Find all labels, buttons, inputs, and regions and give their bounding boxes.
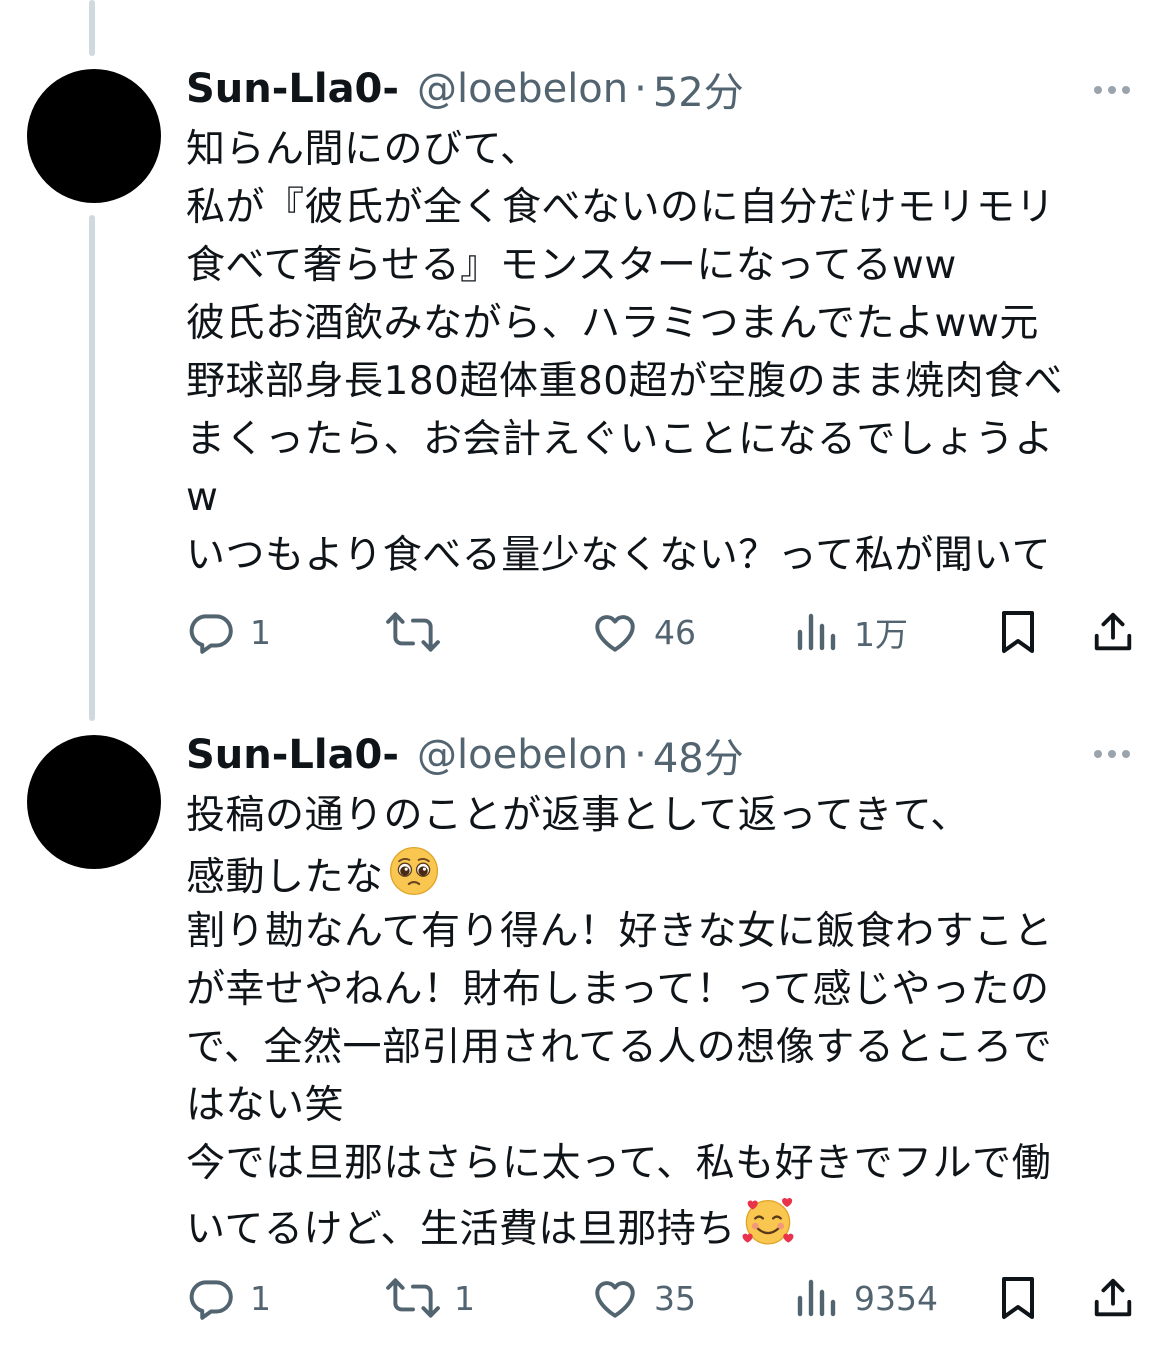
like-count: 46: [654, 612, 696, 652]
more-icon[interactable]: [1094, 750, 1130, 758]
tweet-text-line: 知らん間にのびて、: [186, 127, 540, 172]
tweet-text-line: 投稿の通りのことが返事として返ってきて、: [186, 793, 970, 838]
share-icon: [1090, 607, 1136, 657]
bookmark-icon: [996, 1273, 1040, 1323]
views-button[interactable]: 1万: [796, 607, 908, 657]
tweet-text-line: 割り勘なんて有り得ん！好きな女に飯食わすこと: [186, 909, 1054, 954]
tweet-text: 投稿の通りのことが返事として返ってきて、 感動したな 割り勘なんて有り得ん！好き…: [186, 787, 1126, 1252]
reply-icon: [186, 607, 236, 657]
separator: ·: [634, 732, 647, 778]
tweet-text-line: 私が『彼氏が全く食べないのに自分だけモリモリ: [186, 185, 1056, 230]
user-handle[interactable]: @loebelon: [417, 732, 628, 778]
like-count: 35: [654, 1278, 696, 1318]
tweet-text-line: が幸せやねん！財布しまって！って感じやったの: [186, 967, 1050, 1012]
tweet[interactable]: Sun-Lla0- @loebelon · 48分 投稿の通りのことが返事として…: [0, 690, 1170, 1356]
separator: ·: [634, 66, 647, 112]
display-name[interactable]: Sun-Lla0-: [186, 732, 399, 778]
retweet-button[interactable]: [386, 607, 454, 657]
reply-count: 1: [250, 612, 271, 652]
avatar[interactable]: [27, 69, 161, 203]
reply-button[interactable]: 1: [186, 607, 271, 657]
views-button[interactable]: 9354: [796, 1273, 938, 1323]
tweet-header: Sun-Lla0- @loebelon · 48分: [186, 730, 744, 782]
like-icon: [590, 1273, 640, 1323]
tweet-text-line: 野球部身長180超体重80超が空腹のまま焼肉食べ: [186, 359, 1064, 404]
reply-count: 1: [250, 1278, 271, 1318]
views-icon: [796, 607, 840, 657]
bookmark-icon: [996, 607, 1040, 657]
retweet-count: 1: [454, 1278, 475, 1318]
tweet-text-line: はない笑: [186, 1083, 345, 1128]
smiling-face-with-hearts-emoji: [740, 1193, 796, 1266]
retweet-button[interactable]: 1: [386, 1273, 475, 1323]
action-bar: 1 1 35 9354: [186, 1273, 1146, 1323]
tweet-text-line: w: [186, 475, 219, 520]
tweet-text-line: 今では旦那はさらに太って、私も好きでフルで働: [186, 1141, 1052, 1186]
more-icon[interactable]: [1094, 86, 1130, 94]
reply-icon: [186, 1273, 236, 1323]
tweet-text: 知らん間にのびて、 私が『彼氏が全く食べないのに自分だけモリモリ 食べて奢らせる…: [186, 121, 1126, 585]
share-button[interactable]: [1090, 607, 1136, 657]
timestamp[interactable]: 52分: [653, 60, 744, 118]
tweet-header: Sun-Lla0- @loebelon · 52分: [186, 64, 744, 116]
share-button[interactable]: [1090, 1273, 1136, 1323]
share-icon: [1090, 1273, 1136, 1323]
user-handle[interactable]: @loebelon: [417, 66, 628, 112]
like-icon: [590, 607, 640, 657]
like-button[interactable]: 46: [590, 607, 696, 657]
tweet-text-line: 食べて奢らせる』モンスターになってるww: [186, 243, 957, 288]
action-bar: 1 46 1万: [186, 607, 1146, 657]
bookmark-button[interactable]: [996, 1273, 1040, 1323]
tweet-text-line: いてるけど、生活費は旦那持ち: [186, 1193, 1126, 1252]
tweet-text-line: 感動したな: [186, 845, 1126, 903]
tweet-text-line: 彼氏お酒飲みながら、ハラミつまんでたよww元: [186, 301, 1039, 346]
reply-button[interactable]: 1: [186, 1273, 271, 1323]
tweet-text-line: で、全然一部引用されてる人の想像するところで: [186, 1025, 1053, 1070]
view-count: 1万: [854, 615, 908, 654]
timestamp[interactable]: 48分: [653, 726, 744, 784]
views-icon: [796, 1273, 840, 1323]
tweet[interactable]: Sun-Lla0- @loebelon · 52分 知らん間にのびて、 私が『彼…: [0, 0, 1170, 690]
retweet-icon: [386, 607, 440, 657]
bookmark-button[interactable]: [996, 607, 1040, 657]
like-button[interactable]: 35: [590, 1273, 696, 1323]
tweet-text-line: まくったら、お会計えぐいことになるでしょうよ: [186, 417, 1054, 462]
tweet-text-line: いつもより食べる量少なくない？って私が聞いて: [186, 533, 1052, 578]
view-count: 9354: [854, 1278, 938, 1318]
avatar[interactable]: [27, 735, 161, 869]
display-name[interactable]: Sun-Lla0-: [186, 66, 399, 112]
retweet-icon: [386, 1273, 440, 1323]
